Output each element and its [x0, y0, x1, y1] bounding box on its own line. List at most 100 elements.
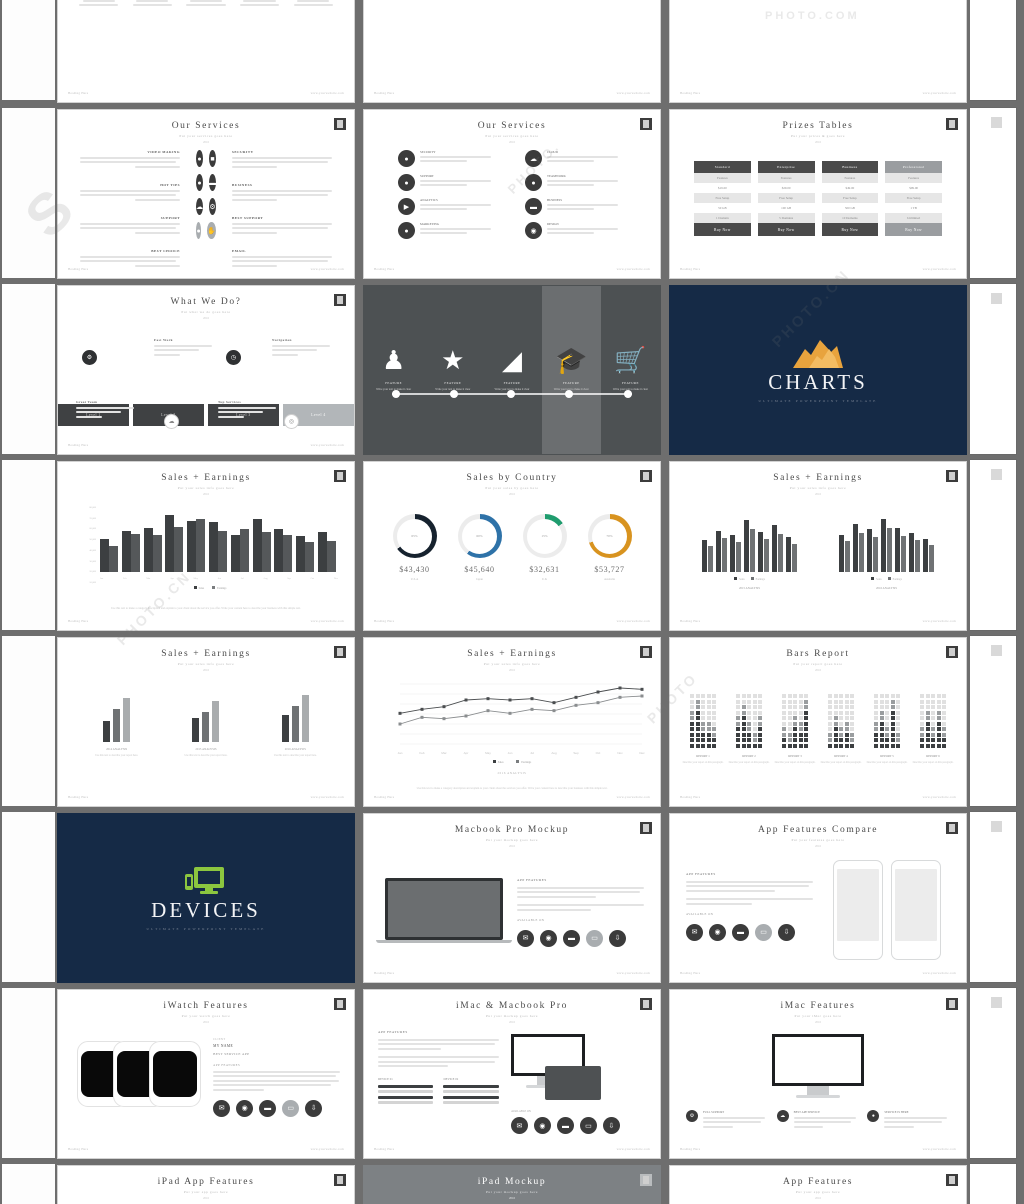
slide-thumbnail[interactable]: ➤ ⚔ ⟳ 💬 ▯ Heading Here www.yourwebsite.c… — [57, 0, 355, 103]
donut-ring: 15% — [522, 514, 567, 558]
pricing-column-highlighted[interactable]: Professional Features $99.00 Free Setup … — [885, 161, 942, 236]
panel-caption: Describe your report on this paragraph. — [820, 760, 862, 764]
slide-thumbnail[interactable]: ⚙ ◷ ♥ ◉ ☁ Heading Here www.yourwebsite.c… — [363, 0, 661, 103]
slide-thumbnail[interactable]: Sales + Earnings Put your sales info goe… — [57, 461, 355, 631]
slide-number-chip — [946, 470, 958, 482]
donut-item: 65% $43,430 U.S.A — [384, 514, 446, 581]
donut-item: 70% $53,727 Australia — [579, 514, 641, 581]
pricing-column[interactable]: Business Features $49.00 Free Setup 500 … — [821, 161, 879, 236]
graduation-icon: 🎓 — [555, 345, 588, 375]
camera-icon[interactable]: ◉ — [533, 1117, 551, 1134]
slide-footer-right: www.yourwebsite.com — [310, 619, 344, 623]
camera-icon[interactable]: ◉ — [709, 923, 726, 941]
slide-thumbnail[interactable]: DEVICES ULTIMATE POWERPOINT TEMPLATE — [57, 813, 355, 983]
slide-thumbnail[interactable]: Our Services Put your services goes here… — [363, 109, 661, 279]
slide-thumbnail[interactable]: Macbook Pro Mockup Put your mockup goes … — [363, 813, 661, 983]
download-icon[interactable]: ⇩ — [609, 929, 626, 947]
slide-thumbnail[interactable]: What We Do? Put what we do goes here 201… — [57, 285, 355, 455]
slide-footer-left: Heading Here — [68, 443, 89, 447]
slide-title: iPad App Features — [157, 1177, 255, 1187]
video-icon[interactable]: ▬ — [556, 1117, 574, 1134]
slide-thumbnail[interactable]: Sales + Earnings Put your sales info goe… — [363, 637, 661, 807]
slide-thumbnail[interactable]: App Features Put your app goes here 2016 — [669, 1165, 967, 1204]
slide-thumbnail[interactable]: iMac Features Put your iMac goes here 20… — [669, 989, 967, 1159]
plan-price: $29.00 — [757, 183, 815, 193]
mail-icon[interactable]: ✉ — [517, 929, 534, 947]
slide-number-chip — [334, 646, 346, 658]
timeline-pane[interactable]: ★ FEATURE Write your text to make it cle… — [423, 286, 482, 454]
section-kicker: APP FEATURES — [378, 1030, 408, 1034]
slide-thumbnail[interactable]: ♟ FEATURE Write your text to make it cle… — [363, 285, 661, 455]
window-icon[interactable]: ▭ — [282, 1099, 300, 1117]
window-icon[interactable]: ▭ — [755, 923, 772, 941]
window-icon[interactable]: ▭ — [586, 929, 603, 947]
camera-icon[interactable]: ◉ — [236, 1099, 254, 1117]
timeline-pane[interactable]: ♟ FEATURE Write your text to make it cle… — [364, 286, 423, 454]
slide-footer-right: www.yourwebsite.com — [616, 795, 650, 799]
person-icon: ♟ — [381, 345, 406, 375]
slide-thumbnail[interactable]: Bars Report Put your report goes here 20… — [669, 637, 967, 807]
slide-thumbnail[interactable]: iPad App Features Put your app goes here… — [57, 1165, 355, 1204]
mail-icon[interactable]: ✉ — [213, 1099, 231, 1117]
slide-thumbnail[interactable]: iWatch Features Put your watch goes here… — [57, 989, 355, 1159]
slide-title: Sales + Earnings — [161, 473, 251, 483]
cart-icon: 🛒 — [614, 345, 647, 375]
right-edge-strip — [970, 0, 1024, 1204]
panel-name: REPORT 5 — [880, 753, 894, 758]
x-tick: Apr — [170, 577, 174, 580]
bar-pair — [230, 529, 251, 572]
slide-subtitle: Put what we do goes here — [181, 310, 231, 314]
panel-name: REPORT 6 — [926, 753, 940, 758]
slide-thumbnail[interactable]: App Features Compare Put your features g… — [669, 813, 967, 983]
slide-thumbnail[interactable]: Sales by Country Put your sales by goes … — [363, 461, 661, 631]
slide-thumbnail[interactable]: Sales + Earnings Put your sales info goe… — [669, 461, 967, 631]
plan-price: $49.00 — [821, 183, 879, 193]
pricing-column[interactable]: Standard Features $19.00 Free Setup 50 G… — [694, 161, 751, 236]
client-role: BEST SERVICE APP — [213, 1052, 250, 1056]
bar-pair — [274, 529, 294, 572]
left-edge-strip — [0, 0, 57, 1204]
video-icon[interactable]: ▬ — [732, 923, 749, 941]
timeline-pane[interactable]: 🛒 FEATURE Write your text to make it cle… — [601, 286, 660, 454]
plan-row: Features — [757, 173, 815, 183]
service-label: BEST CHOICE — [151, 249, 180, 253]
buy-now-button[interactable]: Buy Now — [757, 223, 815, 236]
slide-thumbnail[interactable]: ✓ ★ ● Heading Here www.yourwebsite.com — [669, 0, 967, 103]
svg-text:Jan: Jan — [398, 751, 403, 755]
download-icon[interactable]: ⇩ — [305, 1099, 323, 1117]
slide-subtitle: Put your services goes here — [485, 134, 539, 138]
download-icon[interactable]: ⇩ — [602, 1117, 620, 1134]
pricing-column[interactable]: Enterprise Features $29.00 Free Setup 10… — [757, 161, 815, 236]
slide-thumbnail[interactable]: iPad Mockup Put your mockup goes here 20… — [363, 1165, 661, 1204]
svg-text:Jul: Jul — [530, 751, 534, 755]
timeline-pane-highlighted[interactable]: 🎓 FEATURE Write your text to make it cle… — [541, 286, 601, 454]
slide-thumbnail[interactable]: iMac & Macbook Pro Put your mockup goes … — [363, 989, 661, 1159]
slide-thumbnail[interactable]: Sales + Earnings Put your sales info goe… — [57, 637, 355, 807]
buy-now-button[interactable]: Buy Now — [885, 223, 942, 236]
slide-thumbnail[interactable]: Prizes Tables Put your prices & goes her… — [669, 109, 967, 279]
buy-now-button[interactable]: Buy Now — [694, 223, 751, 236]
slide-footer-right: www.yourwebsite.com — [310, 267, 344, 271]
plan-price: $99.00 — [885, 183, 942, 193]
video-icon[interactable]: ▬ — [259, 1099, 277, 1117]
window-icon[interactable]: ▭ — [579, 1117, 597, 1134]
slide-thumbnail[interactable]: Our Services Put your services goes here… — [57, 109, 355, 279]
service-label: SECURITY — [420, 150, 436, 154]
camera-icon[interactable]: ◉ — [540, 929, 557, 947]
buy-now-button[interactable]: Buy Now — [821, 223, 879, 236]
slide-number-chip — [640, 998, 652, 1010]
video-icon[interactable]: ▬ — [563, 929, 580, 947]
slide-number-chip — [334, 294, 346, 306]
plan-row: 1 TB — [885, 203, 942, 213]
step-caption-title: Great Team — [76, 400, 98, 404]
shield-icon: ● — [867, 1110, 880, 1122]
mail-icon[interactable]: ✉ — [510, 1117, 528, 1134]
slide-thumbnail[interactable]: CHARTS ULTIMATE POWERPOINT TEMPLATE — [669, 285, 967, 455]
step-caption-title: Fast Work — [154, 338, 173, 342]
timeline-pane[interactable]: ◢ FEATURE Write your text to make it cle… — [482, 286, 541, 454]
download-icon[interactable]: ⇩ — [778, 923, 795, 941]
cloud-icon: ☁ — [776, 1110, 789, 1122]
cover-heading: CHARTS — [768, 369, 868, 394]
bar-panel: Sales Earnings 2015 ANALYSIS — [688, 512, 811, 590]
mail-icon[interactable]: ✉ — [686, 923, 703, 941]
